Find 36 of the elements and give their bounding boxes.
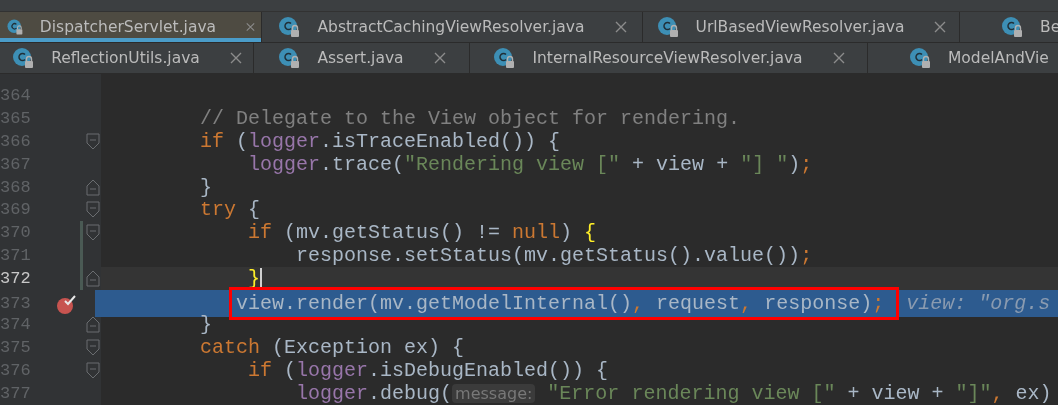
code-line: if (logger.isTraceEnabled()) { [199, 129, 561, 153]
fold-icon[interactable] [85, 201, 100, 219]
class-file-icon [11, 46, 36, 70]
class-file-icon [655, 15, 680, 39]
code-line: catch (Exception ex) { [199, 335, 465, 359]
fold-end-icon[interactable] [85, 178, 100, 196]
line-number: 372 [0, 269, 30, 289]
code-line: if (mv.getStatus() != null) { [247, 221, 597, 245]
code-line: view.render(mv.getModelInternal(), request, response); [236, 292, 885, 315]
class-file-icon [1000, 15, 1024, 39]
close-icon[interactable] [433, 52, 446, 64]
code-line: response.setStatus(mv.getStatus().value()); [295, 244, 813, 268]
close-icon[interactable] [229, 52, 242, 64]
inline-value-hint: view: "org.s [906, 292, 1051, 315]
fold-icon[interactable] [85, 224, 100, 242]
code-line: logger.trace("Rendering view [" + view + "] "); [247, 152, 813, 176]
close-icon[interactable] [934, 21, 947, 33]
code-line: // Delegate to the View object for rendering. [199, 106, 741, 130]
fold-icon[interactable] [85, 361, 100, 379]
code-line: } [199, 175, 213, 199]
close-icon[interactable] [246, 21, 255, 33]
fold-end-icon[interactable] [85, 315, 100, 333]
code-line: logger.debug(message: "Error rendering view [" + view + "]", ex) [295, 381, 1052, 405]
fold-icon[interactable] [85, 338, 100, 356]
fold-icon[interactable] [85, 132, 100, 150]
code-line: } [199, 312, 213, 336]
close-icon[interactable] [832, 52, 845, 64]
code-line: if (logger.isDebugEnabled()) { [247, 358, 609, 382]
class-file-icon [277, 46, 302, 70]
class-file-icon [277, 15, 302, 39]
code-line: try { [199, 198, 261, 222]
fold-end-icon[interactable] [85, 270, 100, 288]
editor-tab[interactable]: DispatcherServlet.java [0, 12, 262, 42]
class-file-icon [908, 46, 932, 70]
class-file-icon [492, 46, 517, 70]
close-icon[interactable] [614, 21, 627, 33]
